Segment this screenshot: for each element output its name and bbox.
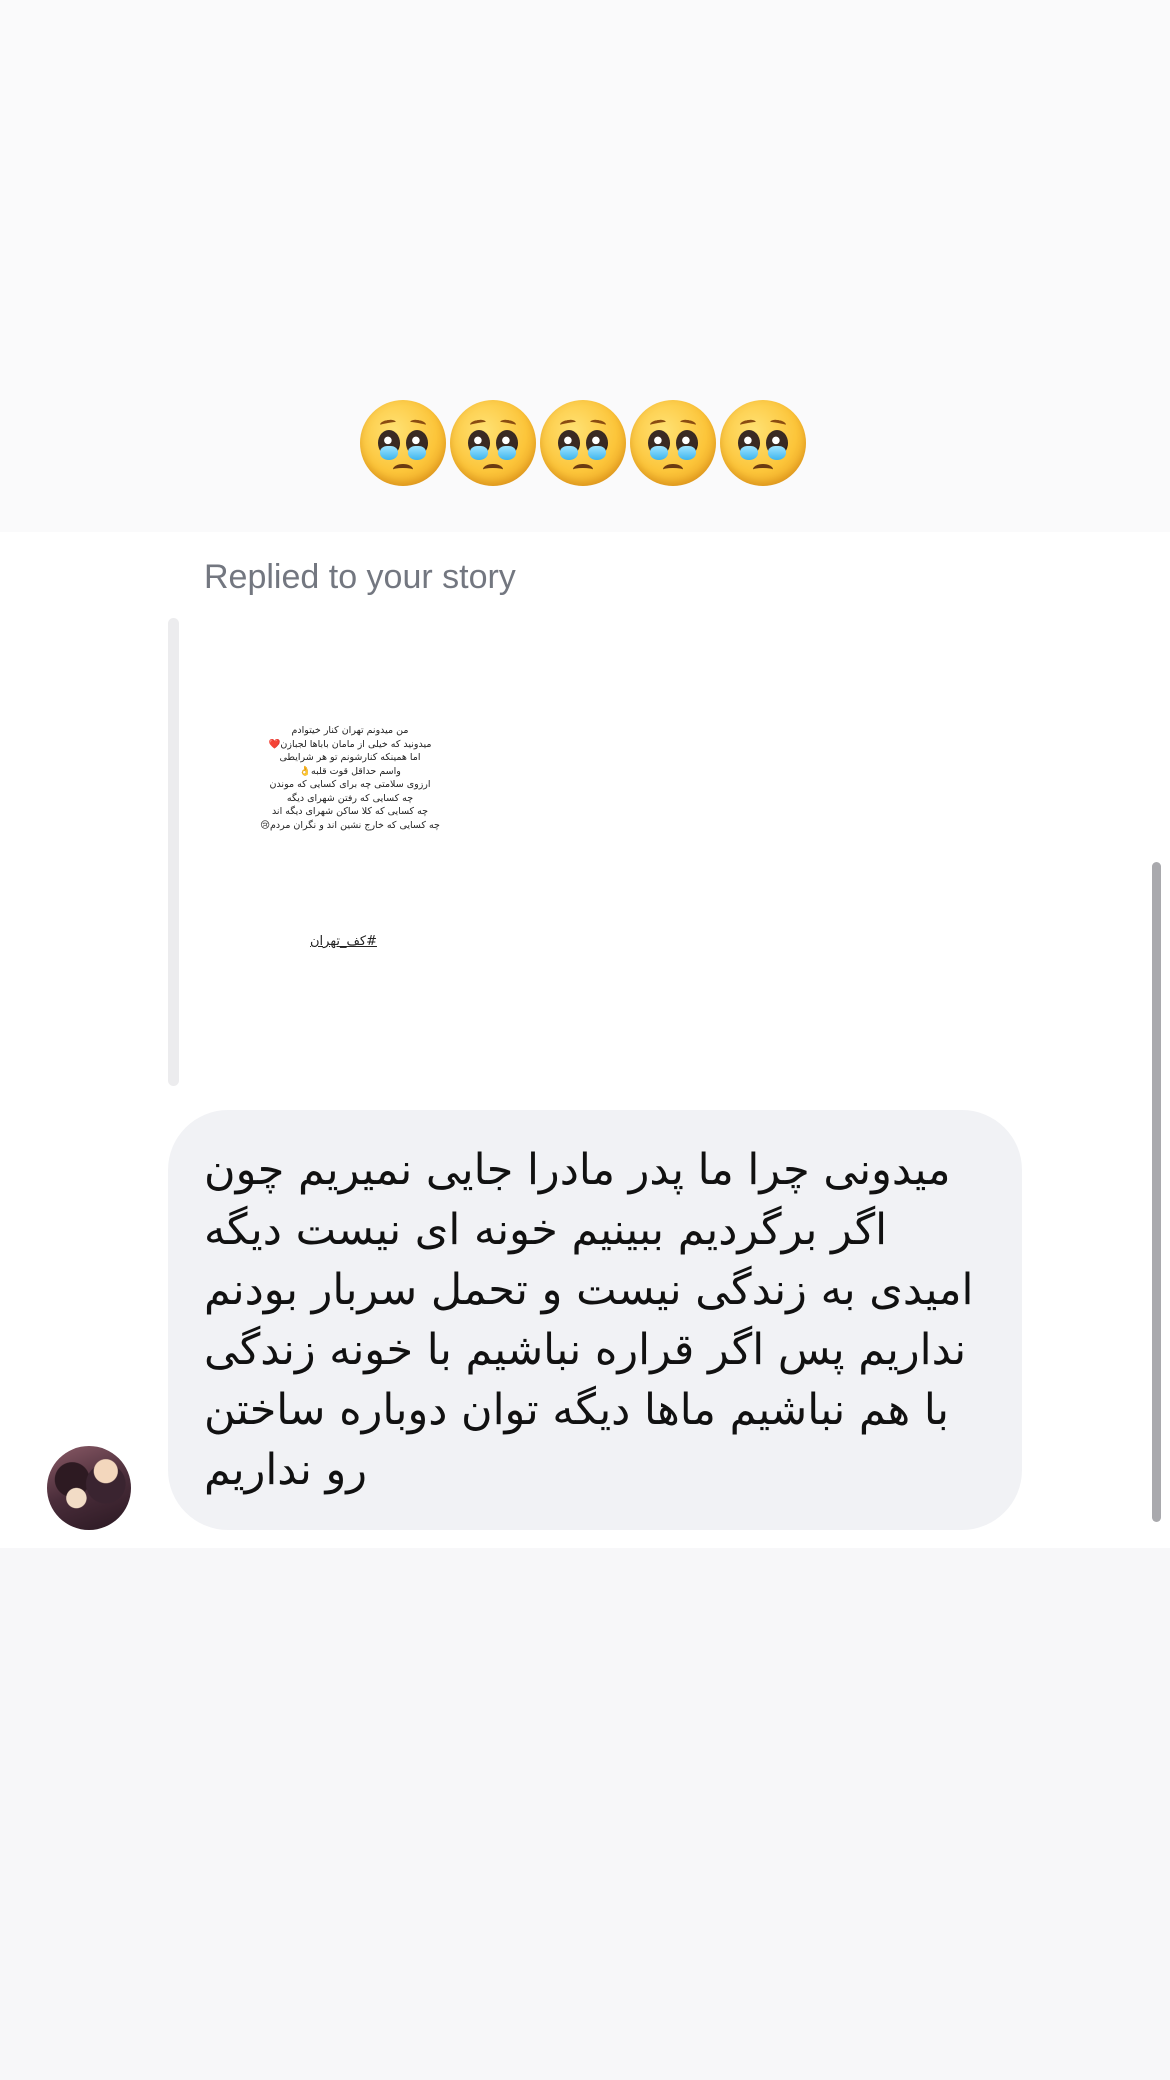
story-line: ارزوی سلامتی چه برای کسایی که موندن [269, 779, 431, 790]
empty-thread-area [0, 1548, 1170, 2080]
emoji-reaction-message[interactable] [360, 400, 810, 490]
story-reply-indicator [168, 618, 179, 1086]
pleading-face-icon [360, 400, 446, 486]
pleading-face-icon [540, 400, 626, 486]
story-line: میدونید که خیلی از مامان باباها لجبازن❤️ [268, 738, 432, 750]
message-bubble[interactable]: میدونی چرا ما پدر مادرا جایی نمیریم چون … [168, 1110, 1022, 1530]
pleading-face-icon [720, 400, 806, 486]
story-reply-label: Replied to your story [204, 558, 516, 596]
story-line: واسم حداقل قوت قلبه👌 [299, 765, 401, 777]
story-line: چه کسایی که رفتن شهرای دیگه [286, 792, 414, 804]
story-line: چه کسایی که کلا ساکن شهرای دیگه اند [271, 806, 429, 817]
pleading-face-icon [630, 400, 716, 486]
story-line: من میدونم تهران کنار خیتوادم [291, 725, 409, 736]
story-preview[interactable]: من میدونم تهران کنار خیتوادم میدونید که … [200, 618, 500, 1086]
story-text: من میدونم تهران کنار خیتوادم میدونید که … [240, 724, 460, 832]
pleading-face-icon [450, 400, 536, 486]
story-line: چه کسایی که خارج نشین اند و نگران مردم😢 [260, 819, 440, 831]
story-line: اما همینکه کنارشونم تو هر شرایطی [279, 752, 421, 763]
sender-avatar[interactable] [47, 1446, 131, 1530]
message-text: میدونی چرا ما پدر مادرا جایی نمیریم چون … [204, 1145, 974, 1495]
scrollbar[interactable] [1152, 862, 1161, 1522]
story-hashtag: #کف_تهران [310, 934, 377, 949]
